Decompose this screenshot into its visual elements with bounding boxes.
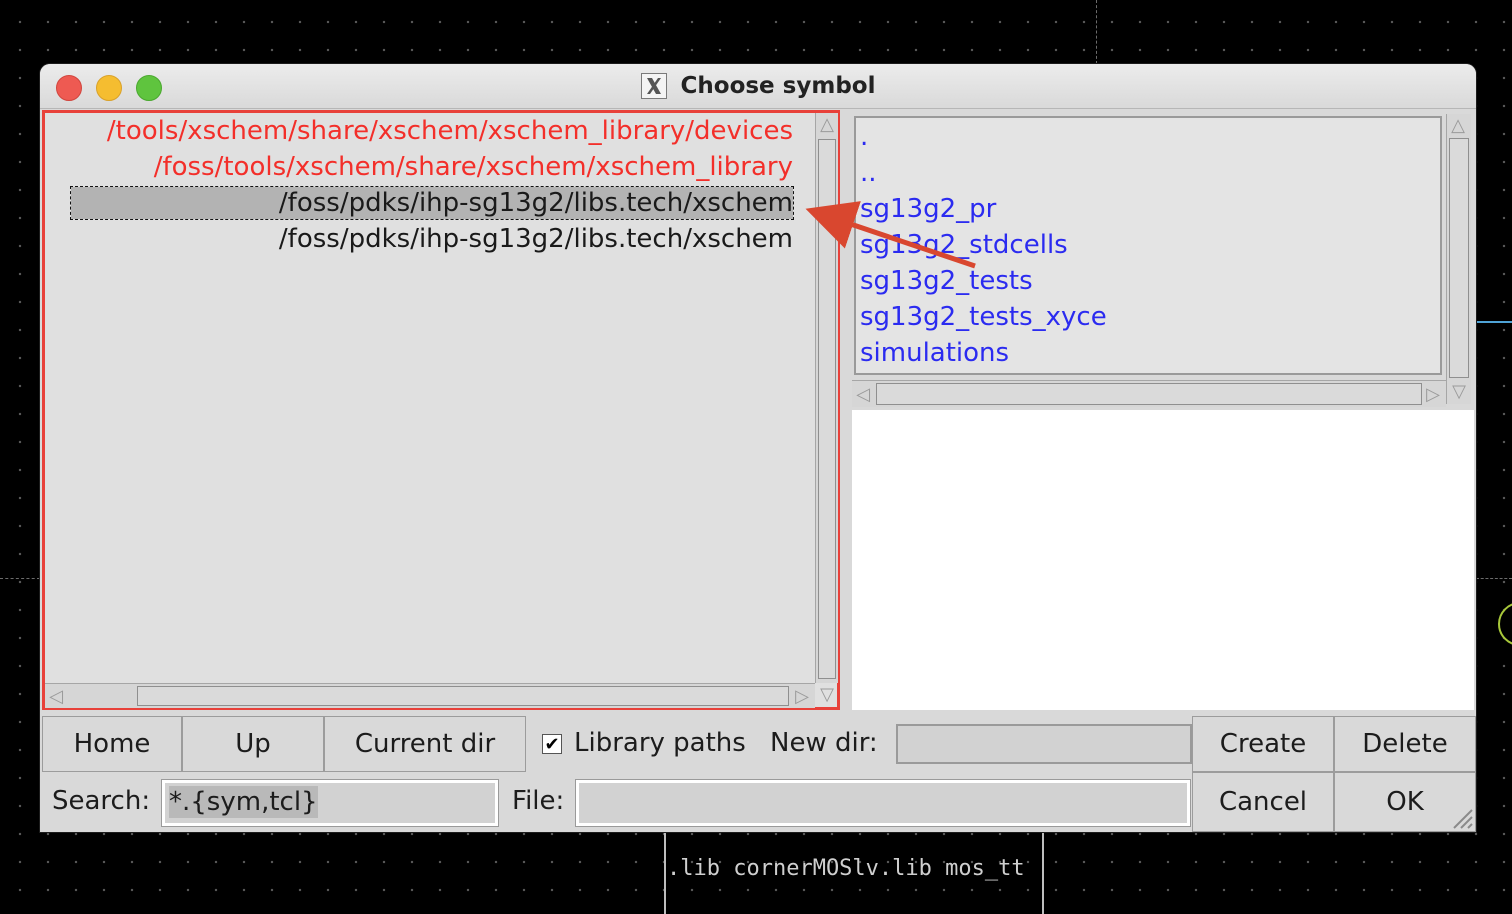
file-scroll-up-arrow-icon[interactable]: △ — [1449, 115, 1467, 136]
title-bar: Choose symbol — [40, 64, 1476, 109]
delete-button[interactable]: Delete — [1334, 716, 1476, 772]
search-label: Search: — [52, 786, 151, 816]
cancel-button[interactable]: Cancel — [1192, 772, 1334, 832]
search-input-value: *.{sym,tcl} — [169, 786, 318, 818]
scroll-down-arrow-icon[interactable]: ▽ — [818, 684, 836, 705]
library-path-item[interactable]: /foss/pdks/ihp-sg13g2/libs.tech/xschem — [70, 186, 794, 220]
choose-symbol-dialog: Choose symbol /tools/xschem/share/xschem… — [40, 64, 1476, 832]
directory-list-item[interactable]: sg13g2_tests_xyce — [860, 300, 1107, 334]
scroll-left-arrow-icon[interactable]: ◁ — [47, 686, 65, 707]
schematic-wire-left — [664, 832, 666, 914]
current-dir-button[interactable]: Current dir — [324, 716, 526, 772]
scroll-right-arrow-icon[interactable]: ▷ — [793, 686, 811, 707]
file-list-vertical-scrollbar[interactable]: △ ▽ — [1446, 114, 1471, 404]
directory-list-item[interactable]: sg13g2_stdcells — [860, 228, 1068, 262]
library-paths-panel: /tools/xschem/share/xschem/xschem_librar… — [42, 110, 840, 710]
directory-list-item[interactable]: sg13g2_pr — [860, 192, 996, 226]
library-paths-checkbox-label[interactable]: Library paths — [574, 728, 746, 758]
library-paths-checkbox[interactable]: ✔ — [542, 733, 562, 755]
library-path-item[interactable]: /foss/pdks/ihp-sg13g2/libs.tech/xschem — [279, 223, 793, 255]
schematic-netlist-text: .lib cornerMOSlv.lib mos_tt — [667, 856, 1025, 881]
window-title: Choose symbol — [680, 73, 876, 99]
symbol-preview-area — [852, 410, 1474, 710]
library-path-item[interactable]: /tools/xschem/share/xschem/xschem_librar… — [107, 115, 793, 147]
directory-list-item[interactable]: sg13g2_tests — [860, 264, 1033, 298]
directory-list-item[interactable]: simulations — [860, 336, 1009, 370]
resize-grip-icon[interactable] — [1448, 804, 1474, 830]
schematic-guide-horizontal-left — [0, 578, 40, 579]
library-paths-horizontal-scrollbar[interactable]: ◁ ▷ — [45, 683, 815, 708]
file-label: File: — [512, 786, 565, 816]
directory-list-item[interactable]: .. — [860, 156, 877, 190]
home-button[interactable]: Home — [42, 716, 182, 772]
schematic-wire-right — [1042, 832, 1044, 914]
library-paths-vertical-scrollbar[interactable]: △ ▽ — [815, 113, 838, 705]
directory-list-item[interactable]: . — [860, 120, 868, 154]
library-paths-list[interactable]: /tools/xschem/share/xschem/xschem_librar… — [45, 113, 813, 683]
file-scroll-down-arrow-icon[interactable]: ▽ — [1450, 381, 1468, 402]
create-button[interactable]: Create — [1192, 716, 1334, 772]
vertical-scroll-thumb[interactable] — [818, 139, 836, 679]
file-list-horizontal-scrollbar[interactable]: ◁ ▷ — [852, 380, 1446, 407]
schematic-wire-blue — [1475, 321, 1512, 323]
schematic-guide-vertical — [1096, 0, 1097, 64]
library-path-item[interactable]: /foss/tools/xschem/share/xschem/xschem_l… — [154, 151, 793, 183]
schematic-guide-horizontal-right — [1476, 578, 1512, 579]
directory-file-list[interactable]: ... sg13g2_pr sg13g2_stdcells sg13g2_tests s… — [854, 116, 1442, 375]
new-dir-input[interactable] — [896, 724, 1192, 764]
file-scroll-right-arrow-icon[interactable]: ▷ — [1424, 384, 1442, 405]
title-area: Choose symbol — [40, 64, 1476, 108]
new-dir-label: New dir: — [770, 728, 878, 758]
scroll-up-arrow-icon[interactable]: △ — [818, 114, 836, 135]
file-input[interactable] — [575, 779, 1191, 827]
file-horizontal-scroll-thumb[interactable] — [876, 383, 1422, 405]
file-vertical-scroll-thumb[interactable] — [1449, 138, 1469, 378]
x11-app-icon — [640, 73, 667, 99]
up-button[interactable]: Up — [182, 716, 324, 772]
horizontal-scroll-thumb[interactable] — [137, 686, 789, 706]
checkmark-icon: ✔ — [544, 733, 560, 755]
file-scroll-left-arrow-icon[interactable]: ◁ — [854, 384, 872, 405]
search-input[interactable]: *.{sym,tcl} — [161, 779, 499, 827]
